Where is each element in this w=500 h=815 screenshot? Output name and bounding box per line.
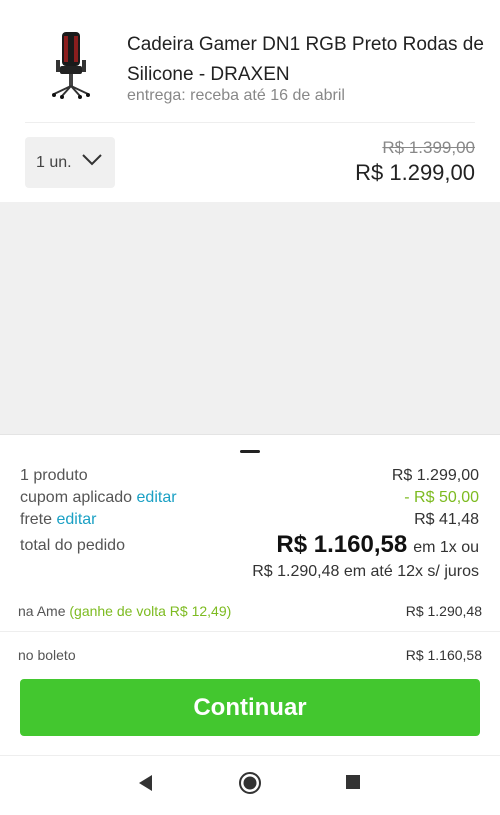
boleto-value: R$ 1.160,58 bbox=[405, 647, 482, 663]
installments-info: R$ 1.290,48 em até 12x s/ juros bbox=[252, 563, 479, 580]
ame-cashback: (ganhe de volta R$ 12,49) bbox=[69, 603, 232, 619]
product-name[interactable]: Cadeira Gamer DN1 RGB Preto Rodas de Sil… bbox=[127, 30, 487, 90]
total-label: total do pedido bbox=[20, 537, 125, 554]
shipping-row: frete editar bbox=[20, 511, 97, 529]
coupon-row: cupom aplicado editar bbox=[20, 489, 177, 507]
system-nav-bar bbox=[0, 755, 500, 815]
current-price: R$ 1.299,00 bbox=[355, 160, 475, 185]
divider bbox=[25, 122, 475, 123]
shipping-value: R$ 41,48 bbox=[414, 511, 479, 528]
delivery-estimate: entrega: receba até 16 de abril bbox=[127, 87, 345, 104]
coupon-label: cupom aplicado bbox=[20, 489, 133, 506]
total-value-group: R$ 1.160,58 em 1x ou bbox=[276, 531, 479, 559]
home-circle-icon[interactable] bbox=[238, 772, 262, 796]
product-card: Cadeira Gamer DN1 RGB Preto Rodas de Sil… bbox=[0, 0, 500, 202]
divider bbox=[0, 631, 500, 632]
shipping-edit-link[interactable]: editar bbox=[56, 511, 96, 528]
ame-row: na Ame (ganhe de volta R$ 12,49) bbox=[18, 603, 231, 619]
products-label: 1 produto bbox=[20, 467, 88, 484]
old-price: R$ 1.399,00 bbox=[382, 138, 475, 157]
recents-square-icon[interactable] bbox=[344, 772, 362, 794]
shipping-label: frete bbox=[20, 511, 53, 528]
product-image[interactable] bbox=[48, 30, 94, 100]
total-value: R$ 1.160,58 bbox=[276, 531, 408, 558]
quantity-label: 1 un. bbox=[36, 153, 72, 171]
ame-value: R$ 1.290,48 bbox=[405, 603, 482, 619]
continue-button[interactable]: Continuar bbox=[20, 679, 480, 736]
coupon-edit-link[interactable]: editar bbox=[137, 489, 177, 506]
sheet-handle[interactable] bbox=[240, 450, 260, 453]
total-suffix: em 1x ou bbox=[413, 539, 479, 556]
back-triangle-icon[interactable] bbox=[136, 772, 154, 794]
empty-area bbox=[0, 202, 500, 434]
chevron-down-icon bbox=[82, 154, 102, 166]
products-value: R$ 1.299,00 bbox=[391, 467, 479, 484]
coupon-value: - R$ 50,00 bbox=[404, 489, 479, 506]
quantity-select[interactable]: 1 un. bbox=[25, 137, 115, 188]
boleto-label: no boleto bbox=[18, 647, 76, 663]
ame-label: na Ame bbox=[18, 603, 66, 619]
